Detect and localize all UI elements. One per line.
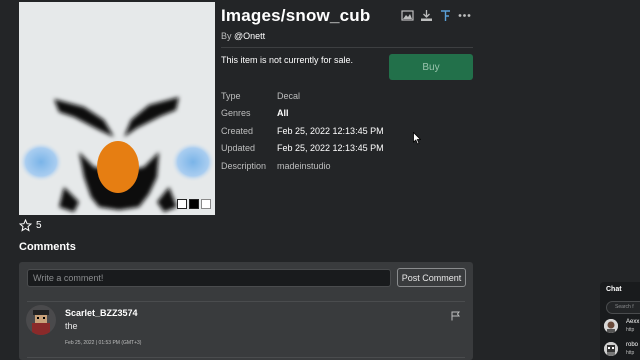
chat-preview: http	[626, 350, 635, 356]
download-icon[interactable]	[420, 9, 433, 22]
chat-contact-name: robo	[626, 342, 639, 348]
comments-panel: Post Comment Scarlet_BZZ3574 the Feb 25,…	[19, 262, 473, 360]
favorite-control[interactable]: 5	[19, 219, 42, 232]
by-prefix: By	[221, 31, 232, 41]
white-background-swatch[interactable]	[177, 199, 187, 209]
detail-label: Type	[221, 90, 241, 101]
transparent-background-swatch[interactable]	[201, 199, 211, 209]
asset-thumbnail	[19, 2, 215, 215]
detail-row-genres: Genres All	[221, 105, 384, 123]
creator-link[interactable]: @Onett	[234, 31, 265, 41]
detail-label: Genres	[221, 108, 251, 119]
detail-value: Decal	[277, 90, 301, 101]
comment-input[interactable]	[27, 269, 391, 287]
detail-row-description: Description madeinstudio	[221, 157, 384, 175]
chat-search-input[interactable]: Search f	[606, 301, 640, 314]
detail-value: Feb 25, 2022 12:13:45 PM	[277, 125, 384, 136]
comment-divider	[27, 301, 465, 302]
chat-conversation-item[interactable]: robo http	[604, 341, 640, 359]
sale-status: This item is not currently for sale.	[221, 55, 354, 65]
mouse-cursor-icon	[413, 131, 422, 150]
detail-value: madeinstudio	[277, 160, 331, 171]
chat-title[interactable]: Chat	[606, 286, 622, 293]
detail-value[interactable]: All	[277, 108, 289, 118]
asset-title: Images/snow_cub	[221, 6, 371, 25]
avatar	[604, 319, 618, 333]
tree-icon[interactable]	[439, 9, 452, 22]
star-icon[interactable]	[19, 219, 32, 232]
buy-button[interactable]: Buy	[389, 54, 473, 80]
detail-label: Description	[221, 160, 267, 171]
snow-cub-decal-image	[19, 97, 215, 212]
black-background-swatch[interactable]	[189, 199, 199, 209]
detail-row-updated: Updated Feb 25, 2022 12:13:45 PM	[221, 140, 384, 158]
comment-divider	[27, 357, 465, 358]
detail-label: Updated	[221, 143, 256, 154]
comments-heading: Comments	[19, 241, 76, 253]
detail-value: Feb 25, 2022 12:13:45 PM	[277, 143, 384, 154]
chat-panel[interactable]: Chat Search f Aexx http robo http	[600, 282, 640, 360]
header-divider	[221, 47, 473, 48]
comment-timestamp: Feb 25, 2022 | 01:53 PM (GMT+3)	[65, 340, 142, 346]
asset-details: Type Decal Genres All Created Feb 25, 20…	[221, 87, 384, 175]
detail-row-type: Type Decal	[221, 87, 384, 105]
chat-contact-name: Aexx	[626, 319, 640, 325]
post-comment-button[interactable]: Post Comment	[397, 268, 466, 287]
more-icon[interactable]	[458, 9, 471, 22]
detail-label: Created	[221, 125, 254, 136]
creator-byline: By @Onett	[221, 31, 265, 41]
comment-username[interactable]: Scarlet_BZZ3574	[65, 308, 138, 318]
comment-text: the	[65, 321, 78, 331]
favorite-count: 5	[36, 220, 42, 231]
flag-icon[interactable]	[451, 308, 460, 326]
detail-row-created: Created Feb 25, 2022 12:13:45 PM	[221, 122, 384, 140]
avatar	[604, 342, 618, 356]
avatar[interactable]	[26, 305, 56, 335]
chat-preview: http	[626, 327, 635, 333]
asset-toolbar	[401, 9, 471, 22]
image-icon[interactable]	[401, 9, 414, 22]
chat-conversation-item[interactable]: Aexx http	[604, 318, 640, 336]
background-swatches	[177, 199, 211, 209]
